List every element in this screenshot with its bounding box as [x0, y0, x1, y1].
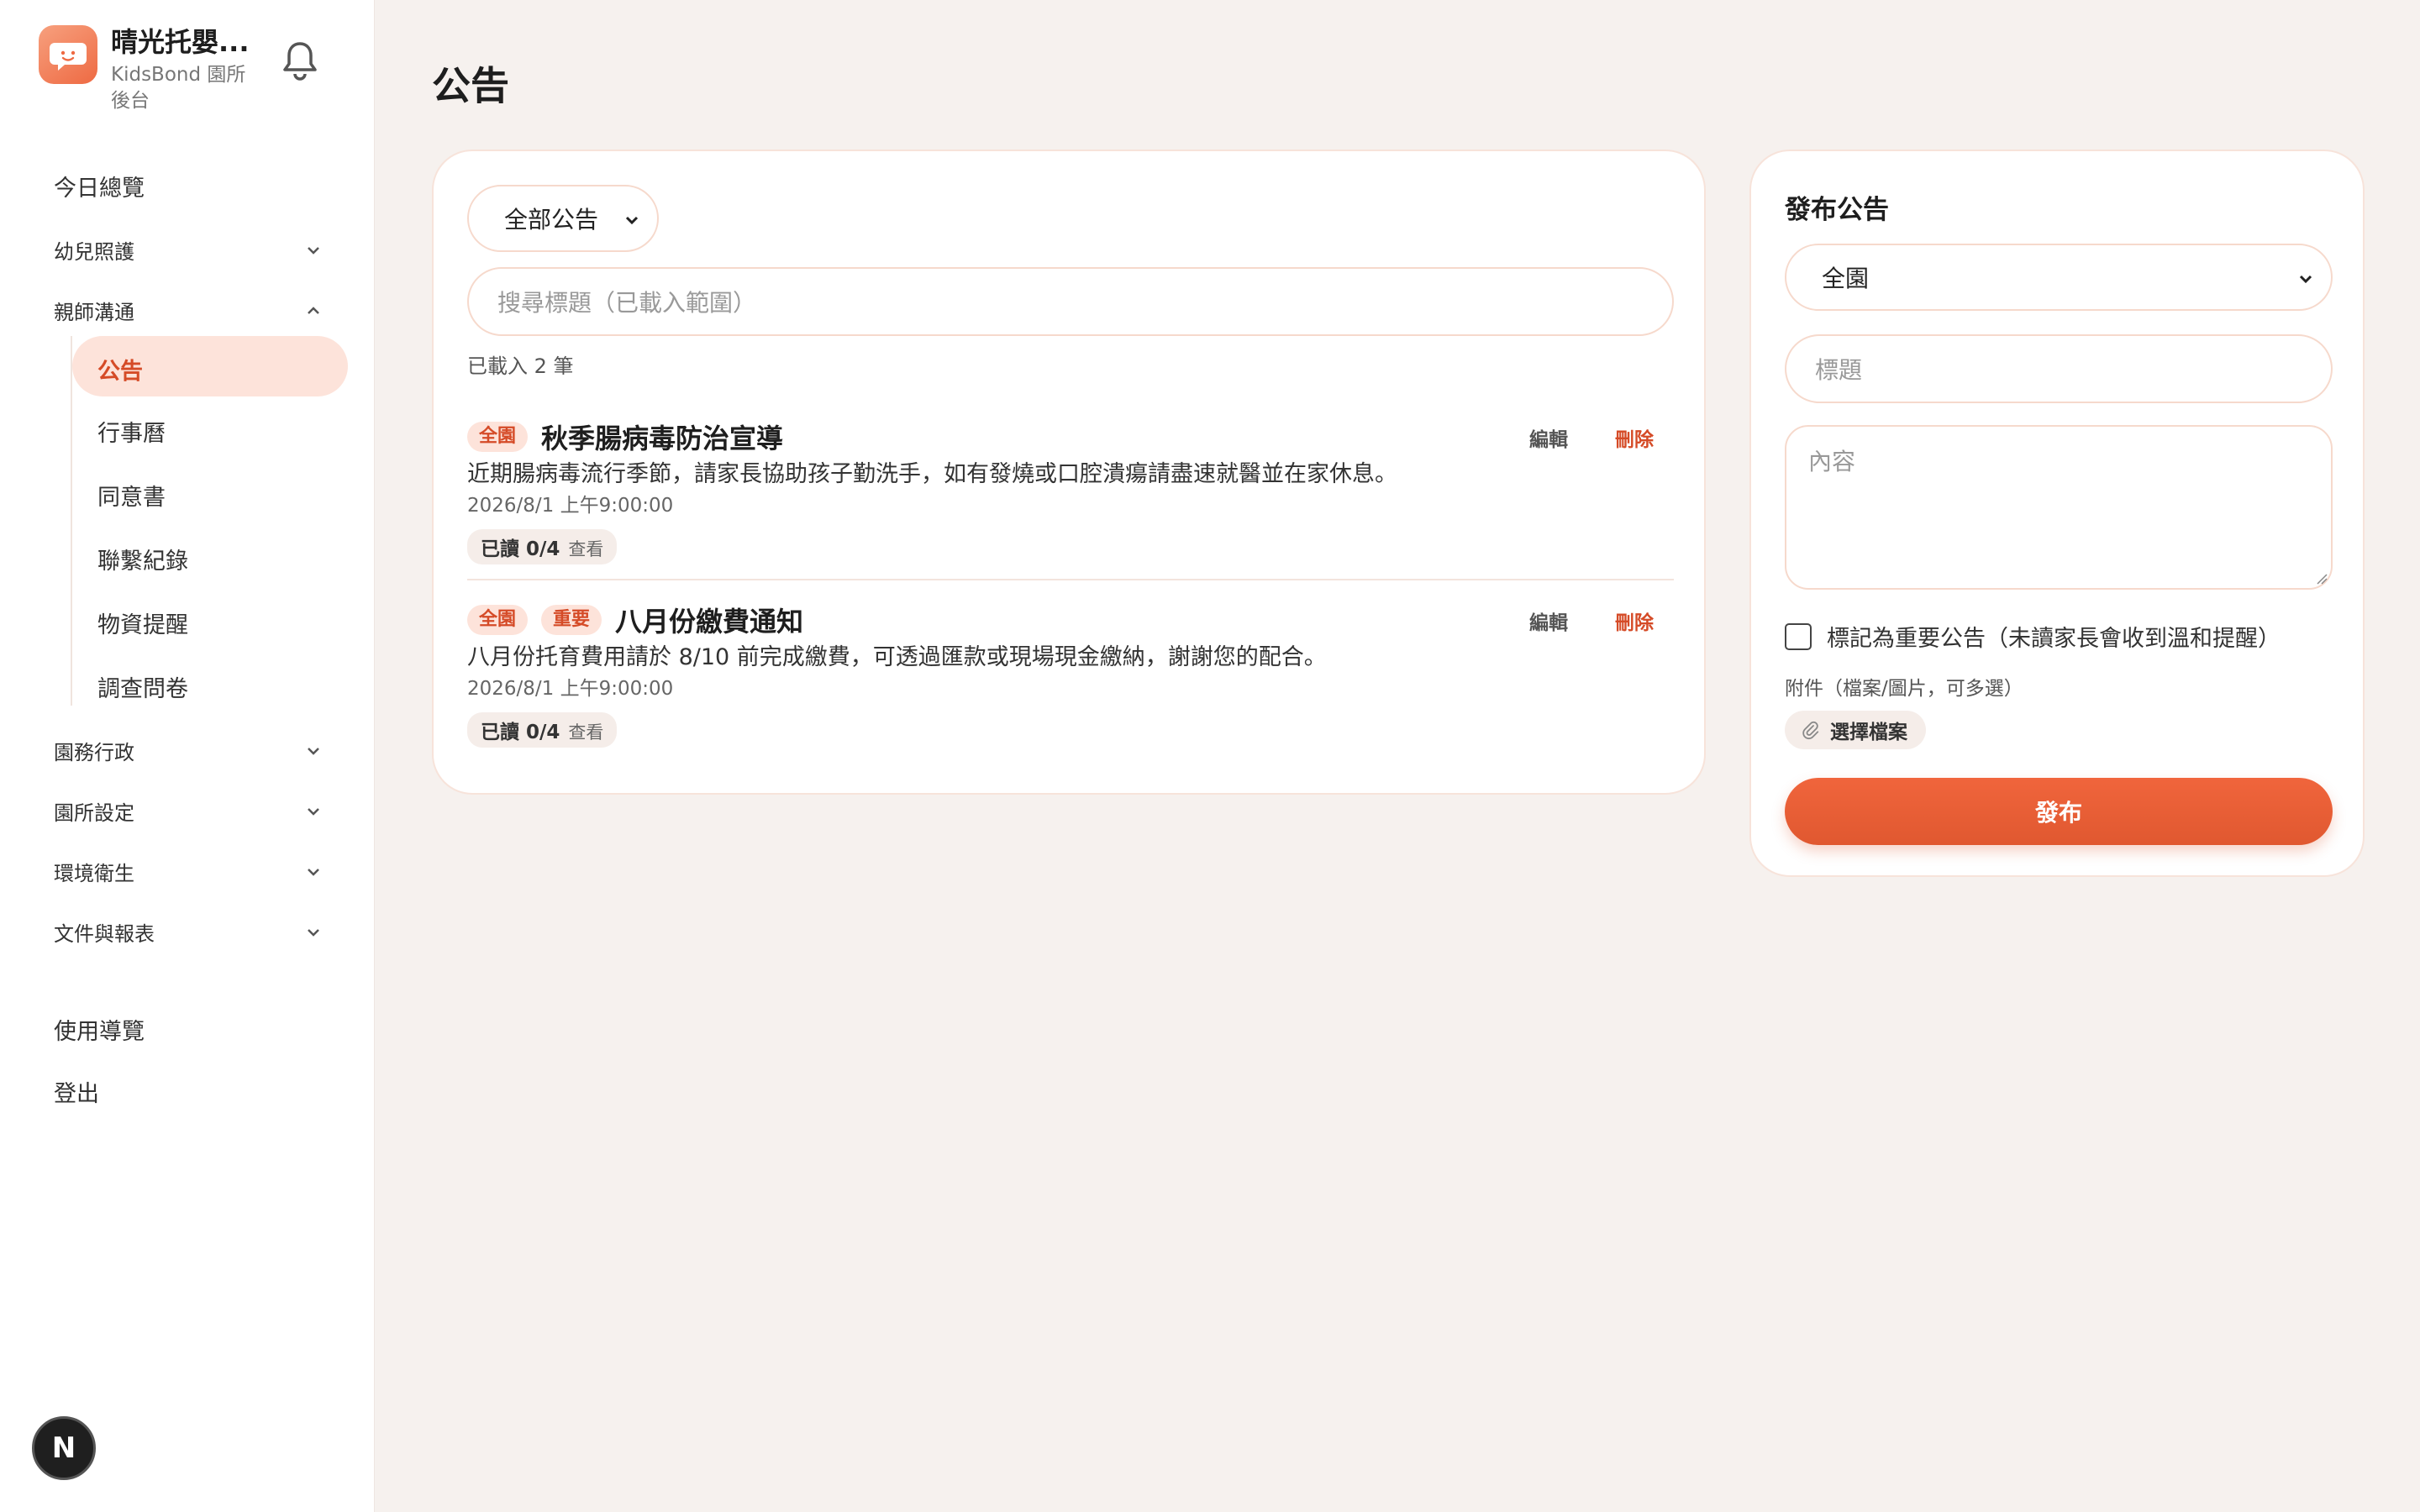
chevron-down-icon — [308, 747, 319, 755]
announcement-title: 秋季腸病毒防治宣導 — [541, 423, 784, 454]
chevron-down-icon — [625, 216, 639, 225]
nav-today-overview[interactable]: 今日總覽 — [54, 170, 145, 202]
bell-icon[interactable] — [279, 37, 321, 84]
sidebar-item-survey[interactable]: 調查問卷 — [97, 670, 188, 703]
nav-group-label: 環境衛生 — [54, 862, 134, 885]
nav-group-parent-teacher[interactable]: 親師溝通 — [54, 296, 323, 325]
chevron-down-icon — [308, 246, 319, 255]
read-view-label: 查看 — [568, 539, 604, 559]
app-logo-icon — [39, 25, 97, 84]
delete-button[interactable]: 刪除 — [1615, 606, 1654, 635]
choose-file-label: 選擇檔案 — [1830, 722, 1907, 743]
sidebar-item-contact-log[interactable]: 聯繫紀錄 — [97, 543, 188, 575]
paperclip-icon — [1802, 721, 1819, 740]
nav-group-child-care[interactable]: 幼兒照護 — [54, 235, 323, 265]
list-item: 全園 重要 八月份繳費通知 編輯 刪除 八月份托育費用請於 8/10 前完成繳費… — [467, 601, 1674, 748]
sidebar-item-calendar[interactable]: 行事曆 — [97, 415, 166, 448]
brand-title: 晴光托嬰... — [111, 26, 250, 58]
tag-important: 重要 — [541, 605, 602, 635]
nav-group-documents[interactable]: 文件與報表 — [54, 917, 323, 947]
chevron-down-icon — [2299, 275, 2312, 284]
nav-group-label: 園務行政 — [54, 741, 134, 764]
important-label: 標記為重要公告（未讀家長會收到溫和提醒） — [1827, 626, 2281, 652]
title-input[interactable]: 標題 — [1785, 334, 2333, 403]
resize-grip-icon[interactable] — [2316, 573, 2328, 585]
delete-button[interactable]: 刪除 — [1615, 423, 1654, 452]
chevron-down-icon — [308, 868, 319, 876]
divider — [467, 579, 1674, 580]
list-item: 全園 秋季腸病毒防治宣導 編輯 刪除 近期腸病毒流行季節，請家長協助孩子勤洗手，… — [467, 418, 1674, 564]
chevron-down-icon — [308, 928, 319, 937]
content-textarea[interactable]: 內容 — [1785, 425, 2333, 590]
publish-button[interactable]: 發布 — [1785, 778, 2333, 845]
read-status-button[interactable]: 已讀 0/4 查看 — [467, 529, 618, 564]
important-checkbox[interactable] — [1785, 622, 1812, 650]
important-checkbox-row: 標記為重要公告（未讀家長會收到溫和提醒） — [1785, 620, 2281, 653]
filter-select[interactable]: 全部公告 — [467, 185, 659, 252]
loaded-count: 已載入 2 筆 — [467, 354, 574, 378]
chevron-up-icon — [308, 306, 319, 314]
tag-scope: 全園 — [467, 422, 529, 452]
nav-group-settings[interactable]: 園所設定 — [54, 796, 323, 826]
sidebar: 晴光托嬰... KidsBond 園所後台 今日總覽 幼兒照護 親師溝通 公告 … — [0, 0, 375, 1512]
read-status-button[interactable]: 已讀 0/4 查看 — [467, 712, 618, 748]
sidebar-item-label: 公告 — [97, 359, 143, 385]
announcement-body: 八月份托育費用請於 8/10 前完成繳費，可透過匯款或現場現金繳納，謝謝您的配合… — [467, 644, 1327, 670]
page-title: 公告 — [432, 63, 509, 108]
announcement-date: 2026/8/1 上午9:00:00 — [467, 678, 674, 700]
nav-group-label: 文件與報表 — [54, 922, 155, 946]
tag-scope: 全園 — [467, 605, 529, 635]
filter-value: 全部公告 — [504, 206, 599, 234]
announcement-body: 近期腸病毒流行季節，請家長協助孩子勤洗手，如有發燒或口腔潰瘍請盡速就醫並在家休息… — [467, 461, 1397, 487]
sidebar-item-consent[interactable]: 同意書 — [97, 479, 166, 512]
sidebar-item-supply-reminder[interactable]: 物資提醒 — [97, 606, 188, 639]
audience-select[interactable]: 全園 — [1785, 244, 2333, 311]
nav-group-label: 園所設定 — [54, 801, 134, 825]
choose-file-button[interactable]: 選擇檔案 — [1785, 711, 1926, 749]
brand: 晴光托嬰... KidsBond 園所後台 — [39, 25, 262, 114]
announcement-title: 八月份繳費通知 — [615, 606, 804, 638]
chevron-down-icon — [308, 807, 319, 816]
nav-group-hygiene[interactable]: 環境衛生 — [54, 857, 323, 886]
attachment-label: 附件（檔案/圖片，可多選） — [1785, 678, 2023, 700]
submenu-line — [71, 336, 72, 706]
nav-group-label: 幼兒照護 — [54, 240, 134, 264]
announcement-list-card: 全部公告 搜尋標題（已載入範圍） 已載入 2 筆 全園 秋季腸病毒防治宣導 編輯… — [432, 150, 1706, 795]
read-view-label: 查看 — [568, 722, 604, 743]
nav-group-admin[interactable]: 園務行政 — [54, 736, 323, 765]
sidebar-item-announcements[interactable]: 公告 — [72, 336, 348, 396]
edit-button[interactable]: 編輯 — [1529, 423, 1568, 452]
publish-form-card: 發布公告 全園 標題 內容 標記為重要公告（未讀家長會收到溫和提醒） 附件（檔案… — [1749, 150, 2365, 877]
read-count: 已讀 0/4 — [481, 538, 560, 560]
form-title: 發布公告 — [1785, 195, 1889, 225]
nav-logout[interactable]: 登出 — [54, 1075, 99, 1108]
edit-button[interactable]: 編輯 — [1529, 606, 1568, 635]
brand-subtitle: KidsBond 園所後台 — [111, 64, 246, 112]
content-placeholder: 內容 — [1808, 448, 1856, 475]
search-input[interactable]: 搜尋標題（已載入範圍） — [467, 267, 1674, 336]
read-count: 已讀 0/4 — [481, 722, 560, 743]
audience-value: 全園 — [1822, 265, 1870, 292]
nav-group-label: 親師溝通 — [54, 301, 134, 324]
announcement-date: 2026/8/1 上午9:00:00 — [467, 495, 674, 517]
nav-guide[interactable]: 使用導覽 — [54, 1013, 145, 1046]
next-badge-icon[interactable]: N — [32, 1416, 96, 1480]
